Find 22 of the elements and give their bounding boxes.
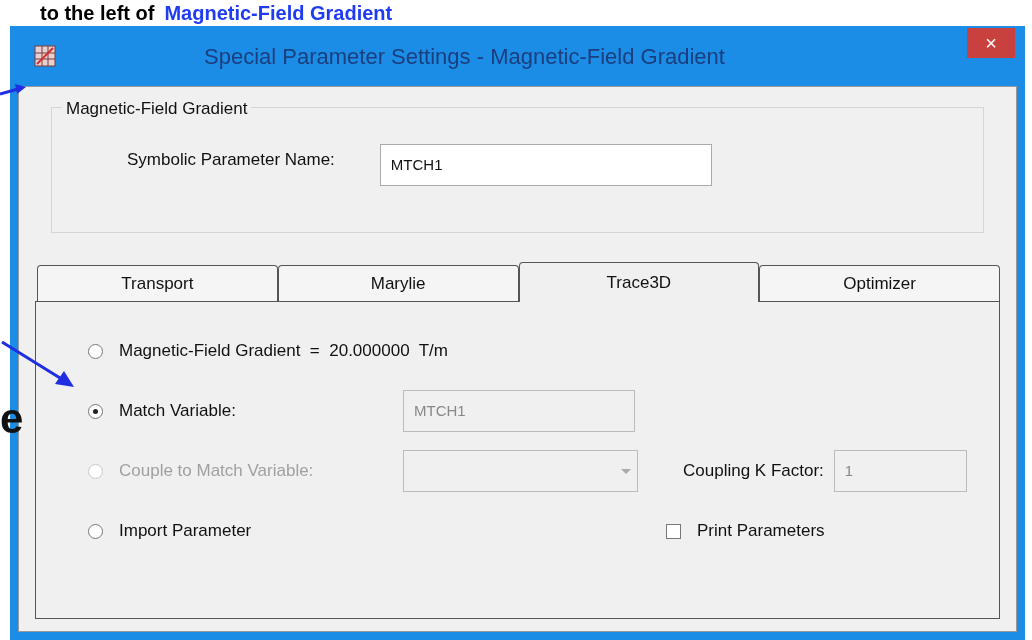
tab[interactable]: Marylie bbox=[277, 265, 519, 301]
checkbox[interactable] bbox=[666, 523, 681, 539]
radio-button[interactable] bbox=[88, 523, 103, 539]
radio-button[interactable] bbox=[88, 403, 103, 419]
field-label: Coupling K Factor: bbox=[683, 460, 824, 483]
tab[interactable]: Optimizer bbox=[759, 265, 1000, 301]
slide-caption: to the left of bbox=[40, 3, 155, 23]
window-title: Special Parameter Settings - Magnetic-Field Gradient bbox=[204, 42, 725, 71]
close-button[interactable]: × bbox=[967, 28, 1015, 58]
caret-icon bbox=[621, 468, 631, 474]
radio-label: Import Parameter bbox=[119, 520, 252, 543]
tab[interactable]: Transport bbox=[37, 265, 278, 301]
checkbox-label: Print Parameters bbox=[697, 520, 825, 543]
radio-label: Magnetic-Field Gradient = 20.000000 T/m bbox=[119, 340, 448, 363]
dropdown-field[interactable] bbox=[403, 450, 638, 492]
input-field[interactable]: MTCH1 bbox=[379, 144, 712, 186]
app-grid-icon bbox=[34, 45, 56, 67]
radio-label: Couple to Match Variable: bbox=[119, 460, 314, 483]
field-label: Symbolic Parameter Name: bbox=[127, 149, 335, 172]
radio-label: Match Variable: bbox=[119, 400, 236, 423]
radio-button[interactable] bbox=[88, 343, 103, 359]
tab[interactable]: Trace3D bbox=[518, 262, 760, 302]
